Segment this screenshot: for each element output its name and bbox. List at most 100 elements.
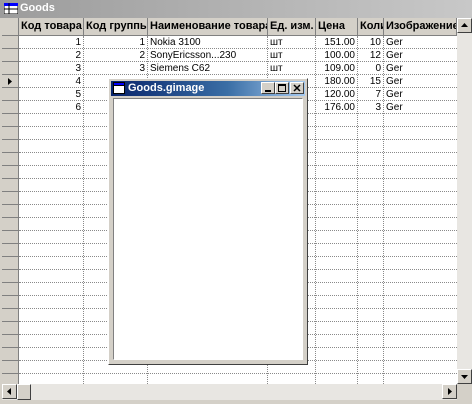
table-cell-price[interactable]: 176.00 [318, 101, 357, 114]
horizontal-scroll-thumb[interactable] [17, 384, 31, 400]
window-icon [113, 82, 125, 94]
column-header[interactable]: Количество [358, 18, 384, 36]
table-cell-price[interactable]: 120.00 [318, 88, 357, 101]
table-cell-id[interactable]: 2 [21, 49, 83, 62]
table-cell-name[interactable]: Siemens C62 [150, 62, 267, 75]
table-cell-unit[interactable]: шт [270, 36, 315, 49]
column-divider [83, 36, 84, 384]
row-indicator[interactable] [2, 231, 19, 244]
row-indicator[interactable] [2, 127, 19, 140]
table-cell-qty[interactable]: 3 [360, 101, 383, 114]
table-cell-id[interactable]: 6 [21, 101, 83, 114]
scroll-up-button[interactable] [457, 18, 472, 33]
row-indicator[interactable] [2, 322, 19, 335]
row-indicator[interactable] [2, 179, 19, 192]
table-cell-id[interactable]: 3 [21, 62, 83, 75]
table-cell-qty[interactable]: 10 [360, 36, 383, 49]
table-cell-qty[interactable]: 7 [360, 88, 383, 101]
row-indicator[interactable] [2, 114, 19, 127]
table-cell-unit[interactable]: шт [270, 49, 315, 62]
table-cell-image[interactable]: Ger [386, 62, 456, 75]
goods-title-bar[interactable]: Goods [0, 0, 472, 18]
scrollbar-corner [457, 384, 472, 400]
table-cell-price[interactable]: 109.00 [318, 62, 357, 75]
column-divider [357, 36, 358, 384]
row-indicator[interactable] [2, 192, 19, 205]
row-divider [19, 373, 457, 374]
minimize-icon [265, 90, 271, 92]
table-cell-qty[interactable]: 12 [360, 49, 383, 62]
image-area [113, 98, 303, 360]
column-header[interactable]: Наименование товара [148, 18, 268, 36]
column-header[interactable]: Код группы [84, 18, 148, 36]
minimize-button[interactable] [261, 82, 275, 94]
table-cell-image[interactable]: Ger [386, 101, 456, 114]
row-indicator[interactable] [2, 257, 19, 270]
row-indicator[interactable] [2, 374, 19, 384]
row-indicator[interactable] [2, 283, 19, 296]
table-cell-price[interactable]: 180.00 [318, 75, 357, 88]
scroll-down-button[interactable] [457, 369, 472, 384]
column-header[interactable]: Ед. изм. [268, 18, 316, 36]
row-indicator[interactable] [2, 166, 19, 179]
row-indicator[interactable] [2, 36, 19, 49]
goods-window: Goods Код товара Код группы Наименование т… [0, 0, 472, 404]
table-cell-id[interactable]: 5 [21, 88, 83, 101]
arrow-down-icon [461, 375, 468, 379]
table-cell-name[interactable]: Nokia 3100 [150, 36, 267, 49]
gimage-title-bar[interactable]: Goods.gimage [111, 81, 305, 96]
header-corner [2, 18, 19, 36]
table-icon [4, 3, 18, 14]
row-indicator[interactable] [2, 348, 19, 361]
table-cell-image[interactable]: Ger [386, 49, 456, 62]
table-cell-image[interactable]: Ger [386, 36, 456, 49]
row-indicator[interactable] [2, 309, 19, 322]
scroll-left-button[interactable] [2, 384, 17, 399]
row-indicator[interactable] [2, 88, 19, 101]
arrow-right-icon [448, 388, 452, 395]
row-indicator[interactable] [2, 244, 19, 257]
horizontal-scrollbar[interactable] [2, 384, 457, 400]
row-indicator[interactable] [2, 205, 19, 218]
arrow-up-icon [461, 23, 468, 27]
table-cell-unit[interactable]: шт [270, 62, 315, 75]
table-cell-group[interactable]: 3 [86, 62, 147, 75]
row-indicator[interactable] [2, 218, 19, 231]
scroll-right-button[interactable] [442, 384, 457, 399]
row-indicator[interactable] [2, 75, 19, 88]
row-indicator[interactable] [2, 296, 19, 309]
table-cell-image[interactable]: Ger [386, 88, 456, 101]
table-cell-price[interactable]: 100.00 [318, 49, 357, 62]
table-cell-id[interactable]: 1 [21, 36, 83, 49]
table-cell-image[interactable]: Ger [386, 75, 456, 88]
table-cell-qty[interactable]: 0 [360, 62, 383, 75]
current-row-arrow-icon [8, 78, 12, 85]
table-cell-price[interactable]: 151.00 [318, 36, 357, 49]
maximize-icon [278, 84, 286, 92]
arrow-left-icon [7, 388, 11, 395]
gimage-window-title: Goods.gimage [128, 82, 205, 94]
table-cell-name[interactable]: SonyEricsson...230 [150, 49, 267, 62]
close-icon [293, 84, 301, 92]
row-indicator[interactable] [2, 140, 19, 153]
column-header[interactable]: Код товара [19, 18, 84, 36]
column-header[interactable]: Цена [316, 18, 358, 36]
row-indicator[interactable] [2, 270, 19, 283]
close-button[interactable] [290, 82, 304, 94]
row-indicator[interactable] [2, 153, 19, 166]
row-indicator[interactable] [2, 361, 19, 374]
column-divider [383, 36, 384, 384]
column-divider [315, 36, 316, 384]
table-cell-qty[interactable]: 15 [360, 75, 383, 88]
row-indicator[interactable] [2, 49, 19, 62]
maximize-button[interactable] [275, 82, 289, 94]
row-indicator[interactable] [2, 62, 19, 75]
column-header[interactable]: Изображение [384, 18, 457, 36]
row-indicator[interactable] [2, 335, 19, 348]
table-cell-group[interactable]: 1 [86, 36, 147, 49]
table-cell-group[interactable]: 2 [86, 49, 147, 62]
vertical-scrollbar[interactable] [457, 18, 472, 384]
row-indicator[interactable] [2, 101, 19, 114]
table-cell-id[interactable]: 4 [21, 75, 83, 88]
gimage-window: Goods.gimage [108, 78, 308, 365]
